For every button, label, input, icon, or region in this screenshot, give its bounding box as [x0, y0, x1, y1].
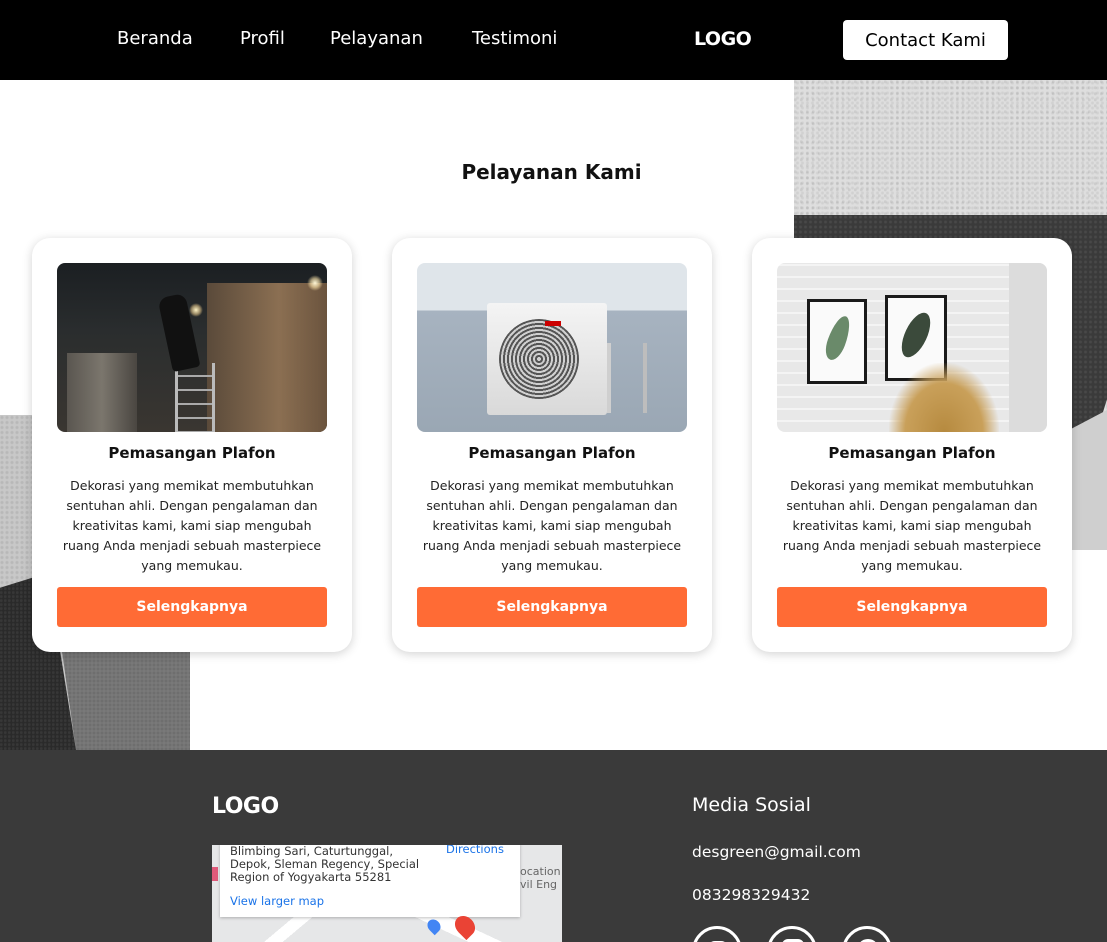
section-title: Pelayanan Kami — [461, 160, 642, 184]
nav-link-profil[interactable]: Profil — [240, 28, 285, 49]
map-label: ocation vil Eng — [520, 865, 561, 891]
footer-logo[interactable]: LOGO — [212, 794, 279, 819]
map-marker — [212, 867, 218, 881]
card-title: Pemasangan Plafon — [468, 444, 636, 462]
service-card-3: Pemasangan Plafon Dekorasi yang memikat … — [752, 238, 1072, 652]
card-description: Dekorasi yang memikat membutuhkan sentuh… — [782, 478, 1042, 573]
map-directions-link[interactable]: Directions — [446, 845, 504, 856]
air-conditioner-image — [417, 263, 687, 432]
top-navbar: Beranda Profil Pelayanan Testimoni LOGO … — [0, 0, 1107, 80]
map-larger-link[interactable]: View larger map — [230, 894, 324, 908]
nav-link-beranda[interactable]: Beranda — [117, 28, 193, 49]
nav-link-pelayanan[interactable]: Pelayanan — [330, 28, 423, 49]
map-info-card: Blimbing Sari, Caturtunggal, Depok, Slem… — [220, 845, 520, 917]
card-more-button[interactable]: Selengkapnya — [57, 587, 327, 627]
card-more-button[interactable]: Selengkapnya — [777, 587, 1047, 627]
service-card-2: Pemasangan Plafon Dekorasi yang memikat … — [392, 238, 712, 652]
footer-phone[interactable]: 083298329432 — [692, 886, 810, 904]
ceiling-installation-image — [57, 263, 327, 432]
whatsapp-icon[interactable] — [842, 926, 892, 942]
instagram-icon[interactable] — [767, 926, 817, 942]
footer-email[interactable]: desgreen@gmail.com — [692, 843, 861, 861]
nav-logo[interactable]: LOGO — [694, 28, 752, 50]
card-title: Pemasangan Plafon — [828, 444, 996, 462]
map-address: Blimbing Sari, Caturtunggal, Depok, Slem… — [230, 845, 420, 884]
card-description: Dekorasi yang memikat membutuhkan sentuh… — [62, 478, 322, 573]
youtube-icon[interactable] — [692, 926, 742, 942]
card-description: Dekorasi yang memikat membutuhkan sentuh… — [422, 478, 682, 573]
card-title: Pemasangan Plafon — [108, 444, 276, 462]
social-title: Media Sosial — [692, 794, 811, 816]
service-card-1: Pemasangan Plafon Dekorasi yang memikat … — [32, 238, 352, 652]
footer: LOGO Blimbing Sari, Caturtunggal, Depok,… — [0, 750, 1107, 942]
contact-button[interactable]: Contact Kami — [843, 20, 1008, 60]
card-more-button[interactable]: Selengkapnya — [417, 587, 687, 627]
nav-link-testimoni[interactable]: Testimoni — [472, 28, 557, 49]
wall-frames-image — [777, 263, 1047, 432]
embedded-map[interactable]: Blimbing Sari, Caturtunggal, Depok, Slem… — [212, 845, 562, 942]
